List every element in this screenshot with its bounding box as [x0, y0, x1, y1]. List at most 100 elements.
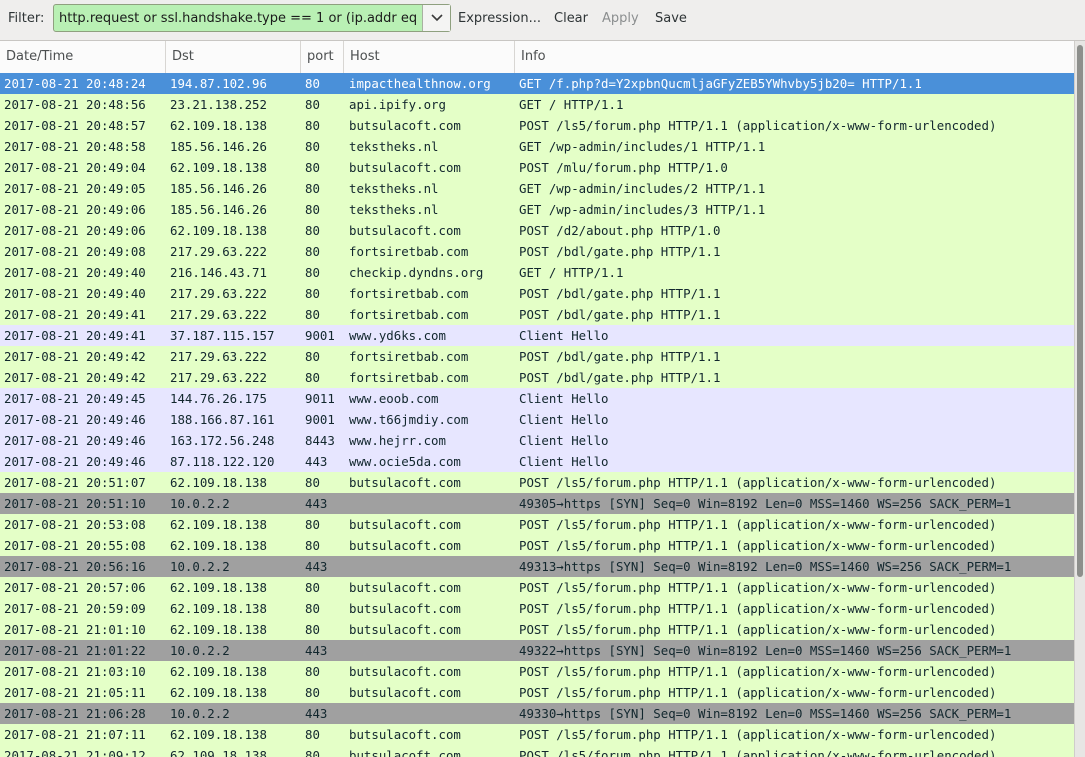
packet-row[interactable]: 2017-08-21 20:49:40 216.146.43.71 80 checki… [0, 262, 1074, 283]
packet-list-header: Date/Time Dst port Host Info [0, 41, 1074, 74]
vertical-scrollbar[interactable] [1074, 41, 1085, 757]
packet-host: butsulacoft.com [349, 580, 461, 595]
packet-row[interactable]: 2017-08-21 20:49:41 37.187.115.157 9001 www… [0, 325, 1074, 346]
packet-host: butsulacoft.com [349, 685, 461, 700]
packet-info: Client Hello [519, 391, 609, 406]
packet-dst: 62.109.18.138 [170, 160, 267, 175]
packet-row[interactable]: 2017-08-21 20:49:40 217.29.63.222 80 fortsi… [0, 283, 1074, 304]
packet-dst: 217.29.63.222 [170, 349, 267, 364]
packet-datetime: 2017-08-21 20:49:04 [4, 160, 146, 175]
packet-port: 80 [305, 601, 320, 616]
packet-datetime: 2017-08-21 20:49:06 [4, 202, 146, 217]
packet-info: 49322→https [SYN] Seq=0 Win=8192 Len=0 M… [519, 643, 1012, 658]
packet-port: 80 [305, 622, 320, 637]
packet-info: Client Hello [519, 328, 609, 343]
packet-row[interactable]: 2017-08-21 20:49:46 87.118.122.120 443 www.… [0, 451, 1074, 472]
packet-info: POST /bdl/gate.php HTTP/1.1 [519, 307, 721, 322]
packet-row[interactable]: 2017-08-21 20:49:06 185.56.146.26 80 teksth… [0, 199, 1074, 220]
packet-row[interactable]: 2017-08-21 21:01:22 10.0.2.2 443 49322→http… [0, 640, 1074, 661]
packet-dst: 216.146.43.71 [170, 265, 267, 280]
packet-port: 443 [305, 706, 328, 721]
packet-datetime: 2017-08-21 20:49:46 [4, 412, 146, 427]
packet-datetime: 2017-08-21 20:48:57 [4, 118, 146, 133]
packet-row[interactable]: 2017-08-21 20:49:42 217.29.63.222 80 fortsi… [0, 346, 1074, 367]
packet-datetime: 2017-08-21 21:05:11 [4, 685, 146, 700]
clear-button[interactable]: Clear [554, 11, 588, 26]
packet-row[interactable]: 2017-08-21 20:49:08 217.29.63.222 80 fortsi… [0, 241, 1074, 262]
column-header-datetime[interactable]: Date/Time [0, 41, 166, 73]
packet-row[interactable]: 2017-08-21 20:48:56 23.21.138.252 80 api.ip… [0, 94, 1074, 115]
packet-dst: 23.21.138.252 [170, 97, 267, 112]
packet-row[interactable]: 2017-08-21 20:53:08 62.109.18.138 80 butsul… [0, 514, 1074, 535]
packet-dst: 163.172.56.248 [170, 433, 275, 448]
packet-info: POST /ls5/forum.php HTTP/1.1 (applicatio… [519, 685, 997, 700]
packet-port: 443 [305, 559, 328, 574]
packet-info: 49313→https [SYN] Seq=0 Win=8192 Len=0 M… [519, 559, 1012, 574]
packet-info: GET /f.php?d=Y2xpbnQucmljaGFyZEB5YWhvby5… [519, 76, 922, 91]
packet-host: fortsiretbab.com [349, 244, 469, 259]
packet-info: Client Hello [519, 454, 609, 469]
packet-datetime: 2017-08-21 20:57:06 [4, 580, 146, 595]
packet-row[interactable]: 2017-08-21 20:49:46 163.172.56.248 8443 www… [0, 430, 1074, 451]
packet-row[interactable]: 2017-08-21 20:51:10 10.0.2.2 443 49305→http… [0, 493, 1074, 514]
scrollbar-thumb[interactable] [1077, 45, 1083, 577]
packet-row[interactable]: 2017-08-21 20:51:07 62.109.18.138 80 butsul… [0, 472, 1074, 493]
packet-row[interactable]: 2017-08-21 20:49:42 217.29.63.222 80 fortsi… [0, 367, 1074, 388]
packet-datetime: 2017-08-21 21:03:10 [4, 664, 146, 679]
packet-row[interactable]: 2017-08-21 20:48:57 62.109.18.138 80 butsul… [0, 115, 1074, 136]
packet-info: Client Hello [519, 433, 609, 448]
column-header-port[interactable]: port [301, 41, 344, 73]
packet-info: Client Hello [519, 412, 609, 427]
packet-datetime: 2017-08-21 20:49:40 [4, 265, 146, 280]
packet-list[interactable]: Date/Time Dst port Host Info 2017-08-21 … [0, 41, 1074, 757]
packet-row[interactable]: 2017-08-21 21:09:12 62.109.18.138 80 butsul… [0, 745, 1074, 757]
packet-datetime: 2017-08-21 20:56:16 [4, 559, 146, 574]
packet-row[interactable]: 2017-08-21 20:49:04 62.109.18.138 80 butsul… [0, 157, 1074, 178]
packet-row[interactable]: 2017-08-21 21:05:11 62.109.18.138 80 butsul… [0, 682, 1074, 703]
packet-row[interactable]: 2017-08-21 21:06:28 10.0.2.2 443 49330→http… [0, 703, 1074, 724]
packet-dst: 10.0.2.2 [170, 643, 230, 658]
packet-host: tekstheks.nl [349, 181, 439, 196]
packet-row[interactable]: 2017-08-21 21:07:11 62.109.18.138 80 butsul… [0, 724, 1074, 745]
packet-row[interactable]: 2017-08-21 20:49:05 185.56.146.26 80 teksth… [0, 178, 1074, 199]
packet-host: fortsiretbab.com [349, 307, 469, 322]
packet-row[interactable]: 2017-08-21 20:56:16 10.0.2.2 443 49313→http… [0, 556, 1074, 577]
packet-row[interactable]: 2017-08-21 20:49:06 62.109.18.138 80 butsul… [0, 220, 1074, 241]
packet-port: 80 [305, 538, 320, 553]
packet-row[interactable]: 2017-08-21 20:55:08 62.109.18.138 80 butsul… [0, 535, 1074, 556]
packet-row[interactable]: 2017-08-21 20:48:58 185.56.146.26 80 teksth… [0, 136, 1074, 157]
packet-row[interactable]: 2017-08-21 20:57:06 62.109.18.138 80 butsul… [0, 577, 1074, 598]
packet-row[interactable]: 2017-08-21 20:49:45 144.76.26.175 9011 www.… [0, 388, 1074, 409]
display-filter-input[interactable] [54, 5, 421, 31]
packet-dst: 62.109.18.138 [170, 223, 267, 238]
apply-button[interactable]: Apply [602, 11, 639, 26]
packet-datetime: 2017-08-21 20:55:08 [4, 538, 146, 553]
packet-row[interactable]: 2017-08-21 21:03:10 62.109.18.138 80 butsul… [0, 661, 1074, 682]
packet-info: POST /bdl/gate.php HTTP/1.1 [519, 370, 721, 385]
packet-port: 80 [305, 244, 320, 259]
expression-button[interactable]: Expression... [458, 11, 541, 26]
packet-host: impacthealthnow.org [349, 76, 491, 91]
packet-dst: 185.56.146.26 [170, 202, 267, 217]
packet-datetime: 2017-08-21 20:51:10 [4, 496, 146, 511]
display-filter-combo[interactable] [53, 4, 451, 32]
packet-datetime: 2017-08-21 20:48:58 [4, 139, 146, 154]
packet-row-selected[interactable]: 2017-08-21 20:48:24 194.87.102.96 80 impact… [0, 73, 1074, 94]
packet-datetime: 2017-08-21 20:49:05 [4, 181, 146, 196]
packet-info: POST /bdl/gate.php HTTP/1.1 [519, 349, 721, 364]
packet-dst: 217.29.63.222 [170, 370, 267, 385]
packet-row[interactable]: 2017-08-21 21:01:10 62.109.18.138 80 butsul… [0, 619, 1074, 640]
packet-port: 80 [305, 370, 320, 385]
packet-row[interactable]: 2017-08-21 20:49:41 217.29.63.222 80 fortsi… [0, 304, 1074, 325]
column-header-dst[interactable]: Dst [166, 41, 301, 73]
column-header-host[interactable]: Host [344, 41, 515, 73]
packet-info: POST /ls5/forum.php HTTP/1.1 (applicatio… [519, 601, 997, 616]
filter-dropdown-button[interactable] [422, 5, 450, 31]
column-header-info[interactable]: Info [515, 41, 1074, 73]
packet-row[interactable]: 2017-08-21 20:59:09 62.109.18.138 80 butsul… [0, 598, 1074, 619]
packet-row[interactable]: 2017-08-21 20:49:46 188.166.87.161 9001 www… [0, 409, 1074, 430]
packet-dst: 37.187.115.157 [170, 328, 275, 343]
packet-host [349, 640, 515, 661]
save-button[interactable]: Save [655, 11, 687, 26]
packet-dst: 62.109.18.138 [170, 475, 267, 490]
